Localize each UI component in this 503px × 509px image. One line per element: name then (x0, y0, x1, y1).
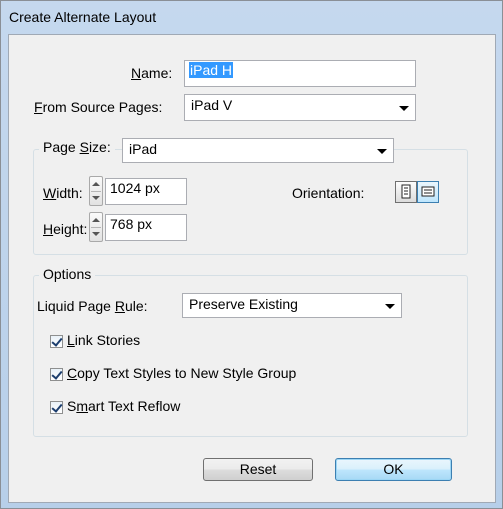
width-input[interactable]: 1024 px (105, 178, 187, 205)
liquid-page-rule-label: Liquid Page Rule: (37, 298, 148, 314)
landscape-orientation-button[interactable] (417, 181, 439, 203)
height-stepper[interactable] (89, 212, 103, 242)
landscape-icon (421, 186, 435, 197)
stepper-down-icon[interactable] (92, 196, 100, 200)
page-size-dropdown[interactable]: iPad (122, 138, 394, 163)
orientation-label: Orientation: (292, 185, 365, 201)
portrait-icon (401, 184, 411, 199)
width-label: Width: (43, 185, 83, 201)
height-input[interactable]: 768 px (105, 214, 187, 241)
options-group-title: Options (39, 266, 96, 282)
link-stories-checkbox[interactable] (50, 335, 63, 348)
liquid-page-rule-value: Preserve Existing (189, 296, 298, 312)
chevron-down-icon (385, 303, 395, 309)
name-label: Name: (131, 65, 173, 81)
chevron-down-icon (377, 148, 387, 154)
name-input[interactable]: iPad H (184, 60, 416, 87)
liquid-page-rule-dropdown[interactable]: Preserve Existing (182, 293, 402, 318)
name-input-value: iPad H (189, 62, 234, 78)
chevron-down-icon (399, 105, 409, 111)
copy-text-styles-label[interactable]: Copy Text Styles to New Style Group (67, 365, 296, 381)
height-label: Height: (43, 221, 88, 237)
from-source-pages-label: From Source Pages: (34, 99, 163, 115)
from-source-pages-value: iPad V (191, 97, 233, 113)
link-stories-label[interactable]: Link Stories (67, 332, 140, 348)
stepper-down-icon[interactable] (92, 232, 100, 236)
stepper-up-icon[interactable] (92, 218, 100, 222)
stepper-up-icon[interactable] (92, 182, 100, 186)
ok-button[interactable]: OK (335, 458, 452, 481)
reset-button[interactable]: Reset (203, 458, 313, 481)
portrait-orientation-button[interactable] (395, 181, 417, 203)
copy-text-styles-checkbox[interactable] (50, 368, 63, 381)
page-size-value: iPad (129, 141, 158, 157)
smart-text-reflow-checkbox[interactable] (50, 401, 63, 414)
dialog-title: Create Alternate Layout (9, 9, 157, 25)
smart-text-reflow-label[interactable]: Smart Text Reflow (67, 398, 180, 414)
from-source-pages-dropdown[interactable]: iPad V (184, 94, 416, 121)
dialog-body: Name: iPad H From Source Pages: iPad V P… (8, 34, 496, 503)
width-stepper[interactable] (89, 176, 103, 206)
page-size-label: Page Size: (39, 139, 115, 155)
create-alternate-layout-dialog: Create Alternate Layout Name: iPad H Fro… (0, 0, 503, 509)
